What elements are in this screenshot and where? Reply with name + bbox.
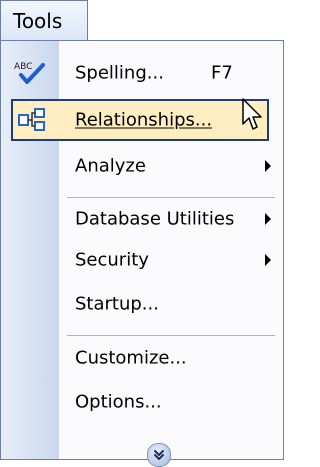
spelling-icon: ABC xyxy=(11,59,49,87)
mouse-cursor-icon xyxy=(242,98,264,136)
menu-item-spelling[interactable]: ABC Spelling... F7 xyxy=(1,55,283,91)
svg-text:ABC: ABC xyxy=(14,62,32,72)
menu-item-customize-label: Customize... xyxy=(75,347,187,369)
menu-item-spelling-shortcut: F7 xyxy=(211,62,233,84)
menu-item-spelling-label: Spelling... xyxy=(75,62,164,84)
submenu-arrow-icon xyxy=(265,160,271,172)
menu-item-options[interactable]: Options... xyxy=(1,381,283,423)
menu-item-customize[interactable]: Customize... xyxy=(1,337,283,379)
menu-item-relationships-label: Relationships... xyxy=(75,109,213,131)
menu-item-startup[interactable]: Startup... xyxy=(1,283,283,325)
menu-item-startup-label: Startup... xyxy=(75,293,159,315)
menu-item-relationships[interactable]: Relationships... xyxy=(11,99,269,141)
menu-item-analyze-label: Analyze xyxy=(75,155,146,177)
menu-item-analyze[interactable]: Analyze xyxy=(1,147,283,185)
menu-separator xyxy=(67,335,275,336)
menu-item-database-utilities-label: Database Utilities xyxy=(75,208,235,230)
menu-separator xyxy=(67,197,275,198)
tools-menu-title[interactable]: Tools xyxy=(0,0,88,40)
tools-menu-title-label: Tools xyxy=(13,8,63,33)
relationships-icon xyxy=(13,106,51,134)
menu-item-security-label: Security xyxy=(75,249,149,271)
menu-item-options-label: Options... xyxy=(75,391,162,413)
expand-chevron-icon[interactable] xyxy=(147,443,171,467)
menu-item-security[interactable]: Security xyxy=(1,239,283,281)
menu-item-database-utilities[interactable]: Database Utilities xyxy=(1,199,283,239)
submenu-arrow-icon xyxy=(265,213,271,225)
submenu-arrow-icon xyxy=(265,254,271,266)
